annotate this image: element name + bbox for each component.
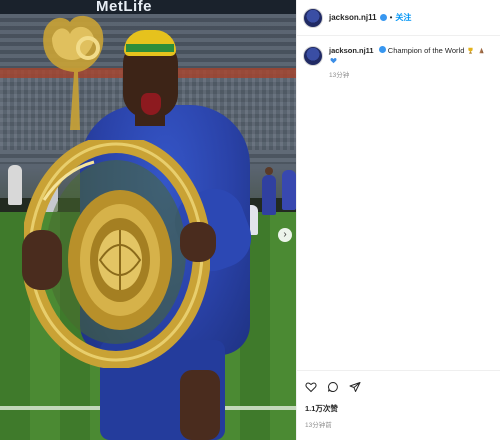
trophy-cup bbox=[43, 15, 104, 130]
header-username[interactable]: jackson.nj11 bbox=[329, 13, 377, 22]
headband-stripe bbox=[126, 44, 174, 52]
post-side-panel: jackson.nj11 • 关注 jackson.nj11 Champion … bbox=[296, 0, 500, 440]
player-headband bbox=[124, 30, 176, 56]
caption-avatar[interactable] bbox=[303, 46, 323, 66]
post-photo[interactable]: MetLife › bbox=[0, 0, 296, 440]
share-icon[interactable] bbox=[349, 381, 361, 393]
praying-hands-icon bbox=[478, 47, 484, 54]
action-icons bbox=[305, 381, 493, 393]
carousel-next-button[interactable]: › bbox=[278, 228, 292, 242]
post-header: jackson.nj11 • 关注 bbox=[297, 0, 500, 36]
comment-icon[interactable] bbox=[327, 381, 339, 393]
trophy-icon bbox=[468, 47, 474, 54]
player-mouth bbox=[141, 93, 161, 115]
blue-heart-icon bbox=[330, 58, 337, 64]
separator: • bbox=[389, 13, 393, 22]
caption-time: 13分钟 bbox=[329, 72, 350, 79]
player-right-hand bbox=[180, 222, 216, 262]
caption-username[interactable]: jackson.nj11 bbox=[329, 46, 374, 55]
like-heart-icon[interactable] bbox=[305, 381, 317, 393]
background-person bbox=[282, 170, 296, 210]
background-person bbox=[262, 175, 276, 215]
follow-button[interactable]: 关注 bbox=[395, 12, 411, 23]
avatar[interactable] bbox=[303, 7, 323, 28]
caption-row: jackson.nj11 Champion of the World 13分钟 bbox=[297, 36, 500, 81]
post-time: 13分钟前 bbox=[305, 422, 332, 429]
likes-count[interactable]: 1.1万次赞 bbox=[305, 403, 493, 414]
verified-badge-icon bbox=[378, 46, 386, 53]
background-person-head bbox=[265, 167, 273, 175]
actions-bar: 1.1万次赞 13分钟前 bbox=[297, 370, 500, 429]
background-person bbox=[8, 165, 22, 205]
player-left-hand bbox=[22, 230, 62, 290]
verified-badge-icon bbox=[379, 14, 387, 21]
player-leg bbox=[180, 370, 220, 440]
caption: jackson.nj11 Champion of the World 13分钟 bbox=[329, 46, 494, 81]
caption-text: Champion of the World bbox=[387, 46, 465, 55]
